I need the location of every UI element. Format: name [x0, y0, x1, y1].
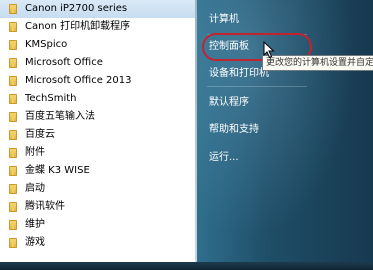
folder-icon — [9, 202, 17, 212]
folder-icon — [9, 220, 17, 230]
folder-icon — [9, 184, 17, 194]
mouse-pointer-icon — [263, 41, 275, 59]
program-item[interactable]: 启动 — [0, 180, 195, 198]
program-list: Canon iP2700 series Canon 打印机卸载程序 KMSpic… — [0, 0, 195, 252]
folder-icon — [9, 76, 17, 86]
program-item[interactable]: Canon iP2700 series — [0, 0, 195, 18]
folder-icon — [9, 166, 17, 176]
menu-separator — [207, 86, 307, 87]
folder-icon — [9, 130, 17, 140]
help-support-link[interactable]: 帮助和支持 — [209, 122, 259, 138]
program-item[interactable]: 百度五笔输入法 — [0, 108, 195, 126]
program-label: 百度五笔输入法 — [25, 111, 95, 122]
program-label: KMSpico — [25, 39, 68, 50]
folder-icon — [9, 4, 17, 14]
program-item[interactable]: 附件 — [0, 144, 195, 162]
program-label: 维护 — [25, 219, 45, 230]
program-label: 启动 — [25, 183, 45, 194]
program-list-scrollbar[interactable] — [183, 0, 193, 270]
program-item[interactable]: 维护 — [0, 216, 195, 234]
program-label: Canon iP2700 series — [25, 3, 128, 14]
computer-link[interactable]: 计算机 — [209, 12, 239, 28]
start-menu-right-panel: 计算机 控制面板 设备和打印机 默认程序 帮助和支持 运行... 更改您的计算机… — [197, 0, 373, 270]
program-label: 附件 — [25, 147, 45, 158]
start-menu-bottom-edge — [0, 262, 373, 270]
folder-icon — [9, 238, 17, 248]
program-item[interactable]: TechSmith — [0, 90, 195, 108]
devices-printers-link[interactable]: 设备和打印机 — [209, 66, 269, 82]
control-panel-tooltip: 更改您的计算机设置并自定 — [262, 55, 373, 71]
folder-icon — [9, 112, 17, 122]
all-programs-panel: Canon iP2700 series Canon 打印机卸载程序 KMSpic… — [0, 0, 195, 270]
folder-icon — [9, 58, 17, 68]
program-label: 百度云 — [25, 129, 55, 140]
program-label: Microsoft Office — [25, 57, 103, 68]
folder-icon — [9, 148, 17, 158]
program-label: 金蝶 K3 WISE — [25, 165, 90, 176]
folder-icon — [9, 94, 17, 104]
program-label: TechSmith — [25, 93, 77, 104]
program-item[interactable]: 腾讯软件 — [0, 198, 195, 216]
program-item[interactable]: KMSpico — [0, 36, 195, 54]
program-item[interactable]: 金蝶 K3 WISE — [0, 162, 195, 180]
program-item[interactable]: Canon 打印机卸载程序 — [0, 18, 195, 36]
program-item[interactable]: 游戏 — [0, 234, 195, 252]
program-item[interactable]: Microsoft Office — [0, 54, 195, 72]
program-item[interactable]: Microsoft Office 2013 — [0, 72, 195, 90]
program-label: Canon 打印机卸载程序 — [25, 21, 131, 32]
folder-icon — [9, 22, 17, 32]
program-label: 腾讯软件 — [25, 201, 65, 212]
program-label: 游戏 — [25, 237, 45, 248]
program-label: Microsoft Office 2013 — [25, 75, 132, 86]
folder-icon — [9, 40, 17, 50]
run-link[interactable]: 运行... — [209, 150, 239, 166]
tooltip-text: 更改您的计算机设置并自定 — [266, 58, 373, 68]
default-programs-link[interactable]: 默认程序 — [209, 95, 249, 111]
program-item[interactable]: 百度云 — [0, 126, 195, 144]
